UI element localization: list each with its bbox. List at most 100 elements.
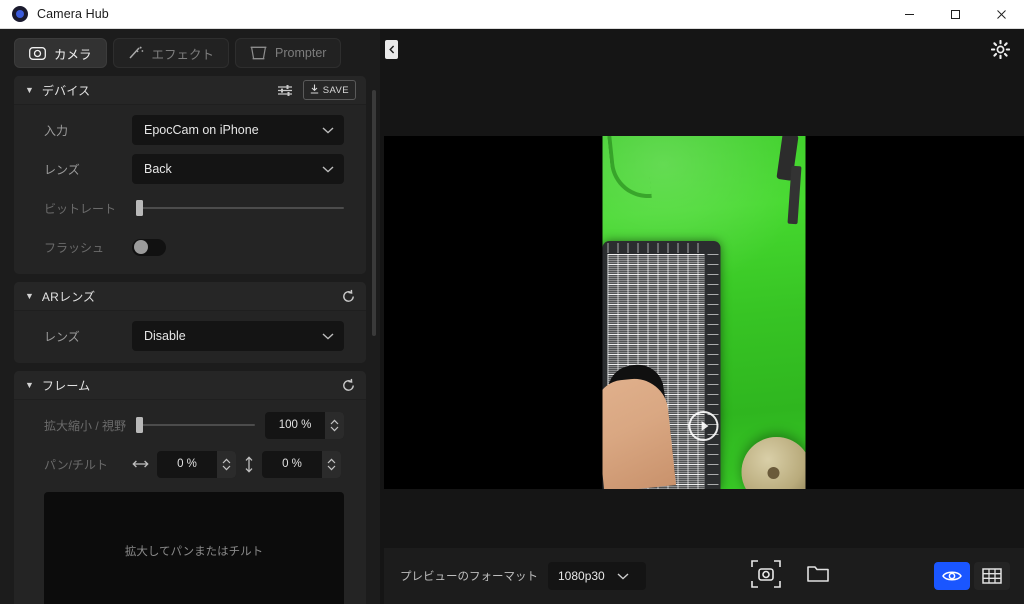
camera-hub-logo-icon: [12, 6, 28, 22]
elgato-watermark-icon: [688, 411, 719, 441]
snapshot-camera-icon[interactable]: [751, 559, 781, 593]
tab-camera-label: カメラ: [54, 47, 92, 62]
lens-select-value: Back: [144, 162, 172, 176]
download-icon: [310, 84, 319, 97]
chevron-down-icon: [322, 329, 334, 343]
bitrate-slider[interactable]: [132, 200, 344, 216]
grid-icon[interactable]: [974, 562, 1010, 590]
section-ar-lens-body: レンズ Disable: [14, 311, 366, 363]
settings-scrollbar[interactable]: [372, 90, 376, 336]
window-controls: [886, 0, 1024, 29]
minimize-button[interactable]: [886, 0, 932, 29]
vertical-arrow-icon: [244, 455, 254, 473]
section-frame-header[interactable]: ▼ フレーム: [14, 371, 366, 400]
tab-bar: カメラ エフェクト Prompter: [0, 29, 380, 76]
pan-value: 0 %: [177, 458, 197, 470]
row-lens: レンズ Back: [14, 154, 366, 184]
section-ar-lens-title: ARレンズ: [41, 289, 96, 304]
collapse-panel-icon[interactable]: [385, 40, 398, 59]
cutting-mat-ruler-right: [707, 254, 719, 489]
section-frame: ▼ フレーム 拡大縮小 / 視野 100 % パン/チルト 0 % 0 % 拡大…: [14, 371, 366, 604]
section-frame-title: フレーム: [41, 378, 91, 393]
chevron-down-icon: [617, 569, 629, 583]
sliders-icon[interactable]: [277, 84, 293, 97]
camera-icon: [29, 46, 46, 60]
chevron-down-icon: ▼: [25, 379, 34, 390]
zoom-stepper-arrows[interactable]: [325, 411, 344, 439]
zoom-slider[interactable]: [132, 417, 255, 433]
input-select[interactable]: EpocCam on iPhone: [132, 115, 344, 145]
pantilt-pad-hint: 拡大してパンまたはチルト: [124, 546, 264, 558]
tab-camera[interactable]: カメラ: [14, 38, 107, 68]
row-pantilt: パン/チルト 0 % 0 %: [14, 449, 366, 479]
pantilt-pad-wrap: 拡大してパンまたはチルト: [14, 488, 366, 604]
chevron-down-icon: [322, 162, 334, 176]
ar-lens-select-value: Disable: [144, 329, 186, 343]
main-area: カメラ エフェクト Prompter ▼ デバイス SAVE 入力 EpocCa…: [0, 29, 1024, 604]
section-device-header[interactable]: ▼ デバイス SAVE: [14, 76, 366, 105]
reset-icon[interactable]: [341, 289, 356, 304]
cable-object: [607, 136, 652, 202]
zoom-value: 100 %: [278, 419, 312, 431]
preview-top-bar: [380, 29, 1024, 73]
bitrate-label: ビットレート: [44, 201, 117, 216]
row-input: 入力 EpocCam on iPhone: [14, 115, 366, 145]
chevron-down-icon: ▼: [25, 290, 34, 301]
flash-label: フラッシュ: [44, 240, 105, 255]
tab-effects-label: エフェクト: [151, 47, 215, 62]
tilt-value: 0 %: [282, 458, 302, 470]
zoom-slider-thumb[interactable]: [136, 417, 143, 433]
tilt-stepper-arrows[interactable]: [322, 450, 341, 478]
section-frame-actions: [341, 378, 356, 393]
zoom-label: 拡大縮小 / 視野: [44, 418, 127, 433]
pan-stepper-arrows[interactable]: [217, 450, 236, 478]
prompter-icon: [250, 46, 267, 60]
section-frame-body: 拡大縮小 / 視野 100 % パン/チルト 0 % 0 % 拡大してパンまたは…: [14, 400, 366, 604]
input-select-value: EpocCam on iPhone: [144, 123, 259, 137]
ar-lens-label: レンズ: [44, 329, 80, 344]
input-label: 入力: [44, 123, 69, 138]
tab-effects[interactable]: エフェクト: [112, 38, 230, 68]
preview-panel: プレビューのフォーマット 1080p30: [380, 29, 1024, 604]
reset-icon[interactable]: [341, 378, 356, 393]
pantilt-pad[interactable]: 拡大してパンまたはチルト: [44, 492, 344, 604]
lens-select[interactable]: Back: [132, 154, 344, 184]
cutting-mat-ruler-top: [607, 243, 707, 253]
horizontal-arrow-icon: [132, 459, 149, 469]
maximize-button[interactable]: [932, 0, 978, 29]
left-settings-panel: カメラ エフェクト Prompter ▼ デバイス SAVE 入力 EpocCa…: [0, 29, 380, 604]
flash-toggle-knob: [133, 240, 148, 254]
tilt-stepper[interactable]: 0 %: [262, 450, 341, 478]
view-mode-buttons: [934, 562, 1010, 590]
bitrate-slider-thumb[interactable]: [136, 200, 143, 216]
save-button[interactable]: SAVE: [302, 80, 356, 100]
video-preview-stage[interactable]: [384, 136, 1024, 489]
mug-object: [741, 437, 806, 489]
pan-stepper[interactable]: 0 %: [157, 450, 236, 478]
folder-icon[interactable]: [807, 564, 829, 588]
ar-lens-select[interactable]: Disable: [132, 321, 344, 351]
row-ar-lens: レンズ Disable: [14, 321, 366, 351]
section-device-actions: SAVE: [277, 80, 356, 100]
settings-scroll-area: ▼ デバイス SAVE 入力 EpocCam on iPhone レンズ Bac…: [0, 76, 380, 604]
section-device: ▼ デバイス SAVE 入力 EpocCam on iPhone レンズ Bac…: [14, 76, 366, 274]
preview-action-buttons: [751, 559, 829, 593]
flash-toggle[interactable]: [132, 238, 166, 256]
gear-icon[interactable]: [990, 39, 1011, 64]
eye-icon[interactable]: [934, 562, 970, 590]
section-device-title: デバイス: [41, 83, 91, 98]
video-frame: [602, 136, 806, 489]
row-zoom: 拡大縮小 / 視野 100 %: [14, 410, 366, 440]
preview-format-label: プレビューのフォーマット: [400, 571, 538, 583]
row-bitrate: ビットレート: [14, 193, 366, 223]
zoom-slider-track: [140, 424, 255, 426]
preview-bottom-bar: プレビューのフォーマット 1080p30: [384, 548, 1024, 604]
close-button[interactable]: [978, 0, 1024, 29]
section-ar-lens-header[interactable]: ▼ ARレンズ: [14, 282, 366, 311]
save-button-label: SAVE: [322, 84, 349, 96]
zoom-stepper[interactable]: 100 %: [265, 411, 344, 439]
chroma-green-background: [602, 136, 806, 489]
tab-prompter[interactable]: Prompter: [235, 38, 342, 68]
bitrate-slider-track: [140, 207, 344, 209]
preview-format-select[interactable]: 1080p30: [548, 562, 646, 590]
